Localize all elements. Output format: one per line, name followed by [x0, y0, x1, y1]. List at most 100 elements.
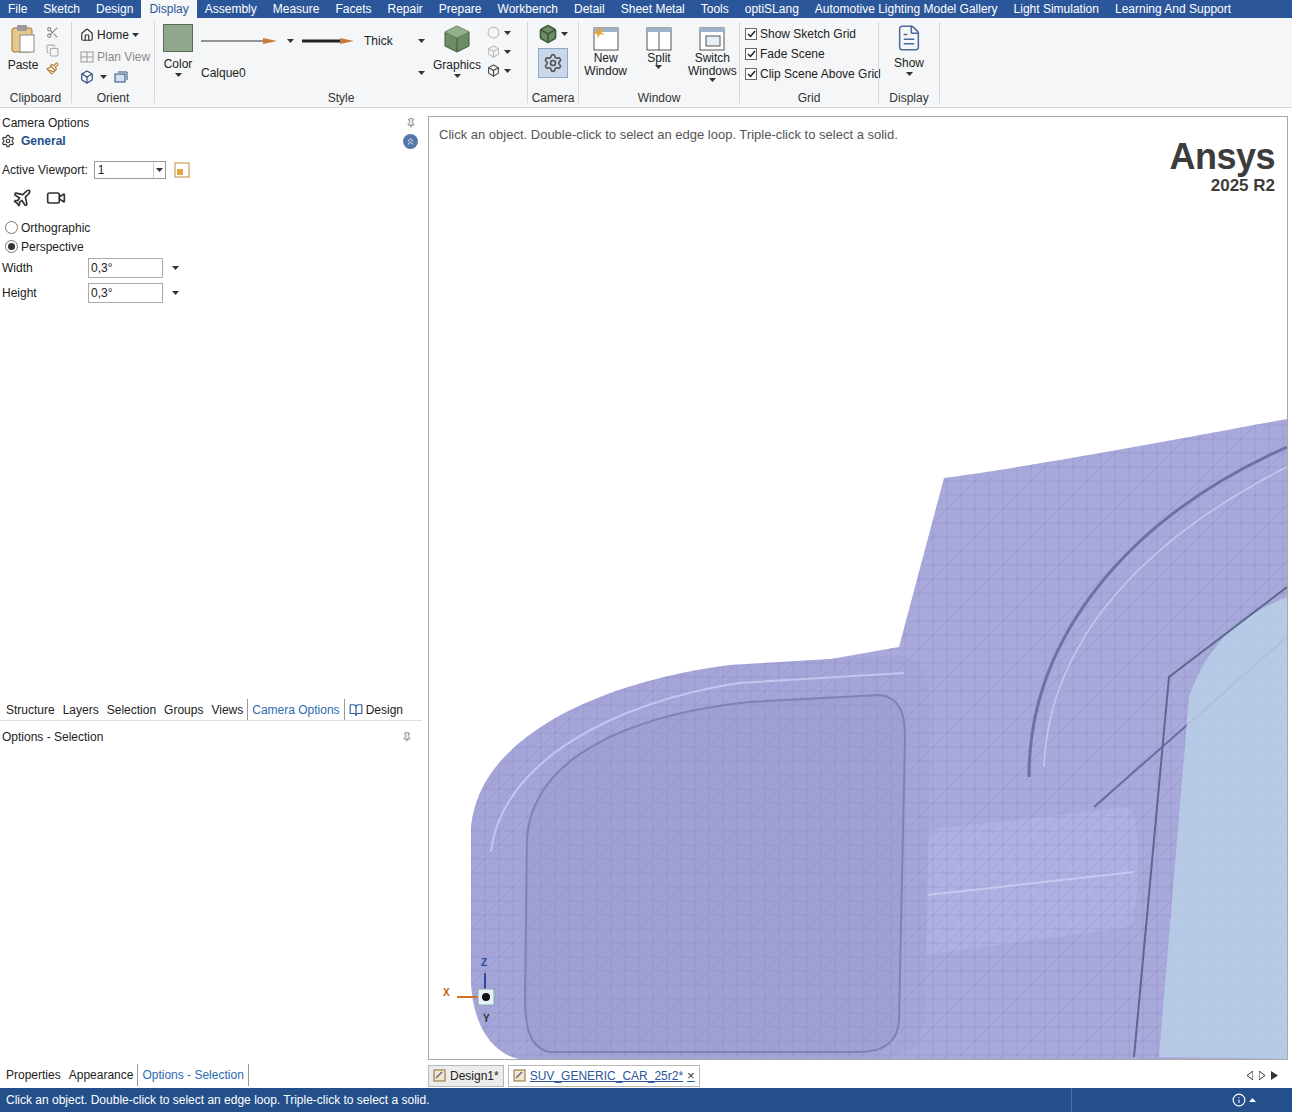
paste-button[interactable]: Paste: [6, 24, 40, 74]
caret-icon[interactable]: [709, 78, 716, 82]
caret-icon[interactable]: [172, 291, 179, 295]
menu-tab[interactable]: optiSLang: [737, 0, 807, 18]
menu-tab[interactable]: Workbench: [490, 0, 566, 18]
panel-tab[interactable]: Structure: [2, 699, 59, 720]
pin-icon[interactable]: [406, 118, 416, 128]
viewport[interactable]: Click an object. Double-click to select …: [428, 116, 1288, 1060]
pin-icon[interactable]: [402, 732, 412, 742]
camera-options-button[interactable]: [538, 48, 568, 78]
caret-icon[interactable]: [504, 50, 511, 54]
menu-tab[interactable]: Tools: [693, 0, 737, 18]
scroll-left-icon[interactable]: [1247, 1071, 1253, 1080]
caret-icon[interactable]: [100, 75, 107, 79]
caret-icon[interactable]: [655, 65, 662, 69]
close-tab-button[interactable]: ×: [687, 1066, 695, 1086]
projection-radio[interactable]: Orthographic: [5, 218, 426, 237]
home-button[interactable]: Home: [80, 26, 154, 44]
caret-icon[interactable]: [172, 266, 179, 270]
panel-tab[interactable]: Views: [207, 699, 247, 720]
viewport-select[interactable]: 1: [94, 161, 166, 179]
menu-tab[interactable]: Automotive Lighting Model Gallery: [807, 0, 1006, 18]
caret-icon[interactable]: [454, 74, 461, 78]
caret-icon[interactable]: [132, 33, 139, 37]
panel-tab[interactable]: Layers: [59, 699, 103, 720]
menu-tab[interactable]: Assembly: [197, 0, 265, 18]
radio-button[interactable]: [5, 240, 18, 253]
video-camera-icon[interactable]: [46, 188, 66, 208]
caret-icon[interactable]: [175, 73, 182, 77]
window-button[interactable]: Split: [634, 24, 684, 69]
caret-icon[interactable]: [504, 69, 511, 73]
menu-tab[interactable]: Prepare: [431, 0, 490, 18]
info-icon[interactable]: [1232, 1093, 1246, 1107]
tab-list-icon[interactable]: [1271, 1071, 1278, 1080]
radio-button[interactable]: [5, 221, 18, 234]
checkbox[interactable]: [745, 68, 757, 80]
checkbox[interactable]: [745, 28, 757, 40]
camera-view-icon[interactable]: [538, 24, 558, 44]
grid-option[interactable]: Clip Scene Above Grid: [745, 67, 878, 81]
model-drawing[interactable]: [429, 117, 1288, 1059]
ribbon-group-label: Grid: [740, 91, 878, 107]
document-tab[interactable]: Design1*: [428, 1065, 504, 1087]
format-painter-icon[interactable]: [46, 62, 59, 75]
menu-tab[interactable]: Light Simulation: [1006, 0, 1107, 18]
menu-tab[interactable]: Sketch: [35, 0, 88, 18]
view-cube-icon[interactable]: [80, 70, 94, 84]
home-icon: [80, 28, 94, 42]
cut-icon[interactable]: [46, 26, 59, 39]
sphere-icon[interactable]: [487, 26, 500, 39]
panel-tab[interactable]: Camera Options: [247, 699, 344, 720]
document-tab[interactable]: SUV_GENERIC_CAR_25r2*×: [508, 1065, 700, 1087]
caret-icon[interactable]: [287, 39, 294, 43]
scroll-right-icon[interactable]: [1259, 1071, 1265, 1080]
bottom-tab[interactable]: Appearance: [65, 1064, 138, 1086]
collapse-button[interactable]: [403, 134, 418, 149]
copy-icon[interactable]: [46, 44, 59, 57]
menu-tab[interactable]: Repair: [379, 0, 430, 18]
color-button[interactable]: Color: [161, 24, 195, 77]
caret-icon[interactable]: [418, 71, 425, 75]
window-button[interactable]: Switch Windows: [687, 24, 737, 82]
menu-tab[interactable]: Design: [88, 0, 141, 18]
wireframe-icon[interactable]: [487, 64, 500, 77]
orient-icon[interactable]: [113, 70, 129, 84]
transparency-icon[interactable]: [487, 45, 500, 58]
menu-tab[interactable]: Display: [141, 0, 196, 18]
caret-icon[interactable]: [561, 32, 568, 36]
ribbon-group-label: Style: [155, 91, 527, 107]
caret-icon[interactable]: [418, 39, 425, 43]
show-icon[interactable]: [895, 24, 923, 52]
line-style-icon[interactable]: [201, 37, 279, 45]
viewport-layout-icon[interactable]: [174, 162, 190, 178]
projection-radio[interactable]: Perspective: [5, 237, 426, 256]
grid-option[interactable]: Show Sketch Grid: [745, 27, 878, 41]
info-menu-icon[interactable]: [1249, 1098, 1256, 1102]
menu-tab[interactable]: Measure: [265, 0, 328, 18]
caret-icon[interactable]: [504, 31, 511, 35]
fly-camera-icon[interactable]: [12, 188, 32, 208]
value-field[interactable]: 0,3°: [88, 283, 163, 303]
line-weight-icon[interactable]: [302, 37, 356, 45]
grid-option[interactable]: Fade Scene: [745, 47, 878, 61]
bottom-tab[interactable]: Properties: [2, 1064, 65, 1086]
panel-tab[interactable]: Groups: [160, 699, 207, 720]
menu-tab[interactable]: Facets: [327, 0, 379, 18]
section-header[interactable]: General: [0, 131, 426, 151]
caret-icon[interactable]: [156, 168, 163, 172]
caret-icon[interactable]: [906, 72, 913, 76]
menu-tab[interactable]: Sheet Metal: [613, 0, 693, 18]
layer-field[interactable]: Calque0: [201, 64, 246, 82]
panel-tab[interactable]: Design: [345, 699, 407, 720]
panel-tab[interactable]: Selection: [103, 699, 160, 720]
graphics-button[interactable]: Graphics: [433, 24, 481, 78]
menu-tab[interactable]: Learning And Support: [1107, 0, 1239, 18]
value-field[interactable]: 0,3°: [88, 258, 163, 278]
menu-tab[interactable]: File: [0, 0, 35, 18]
menu-tab[interactable]: Detail: [566, 0, 613, 18]
axis-triad[interactable]: ZXY: [443, 955, 503, 1025]
window-button[interactable]: New Window: [581, 24, 631, 78]
panel-header: Options - Selection: [0, 728, 422, 745]
bottom-tab[interactable]: Options - Selection: [137, 1064, 248, 1086]
checkbox[interactable]: [745, 48, 757, 60]
